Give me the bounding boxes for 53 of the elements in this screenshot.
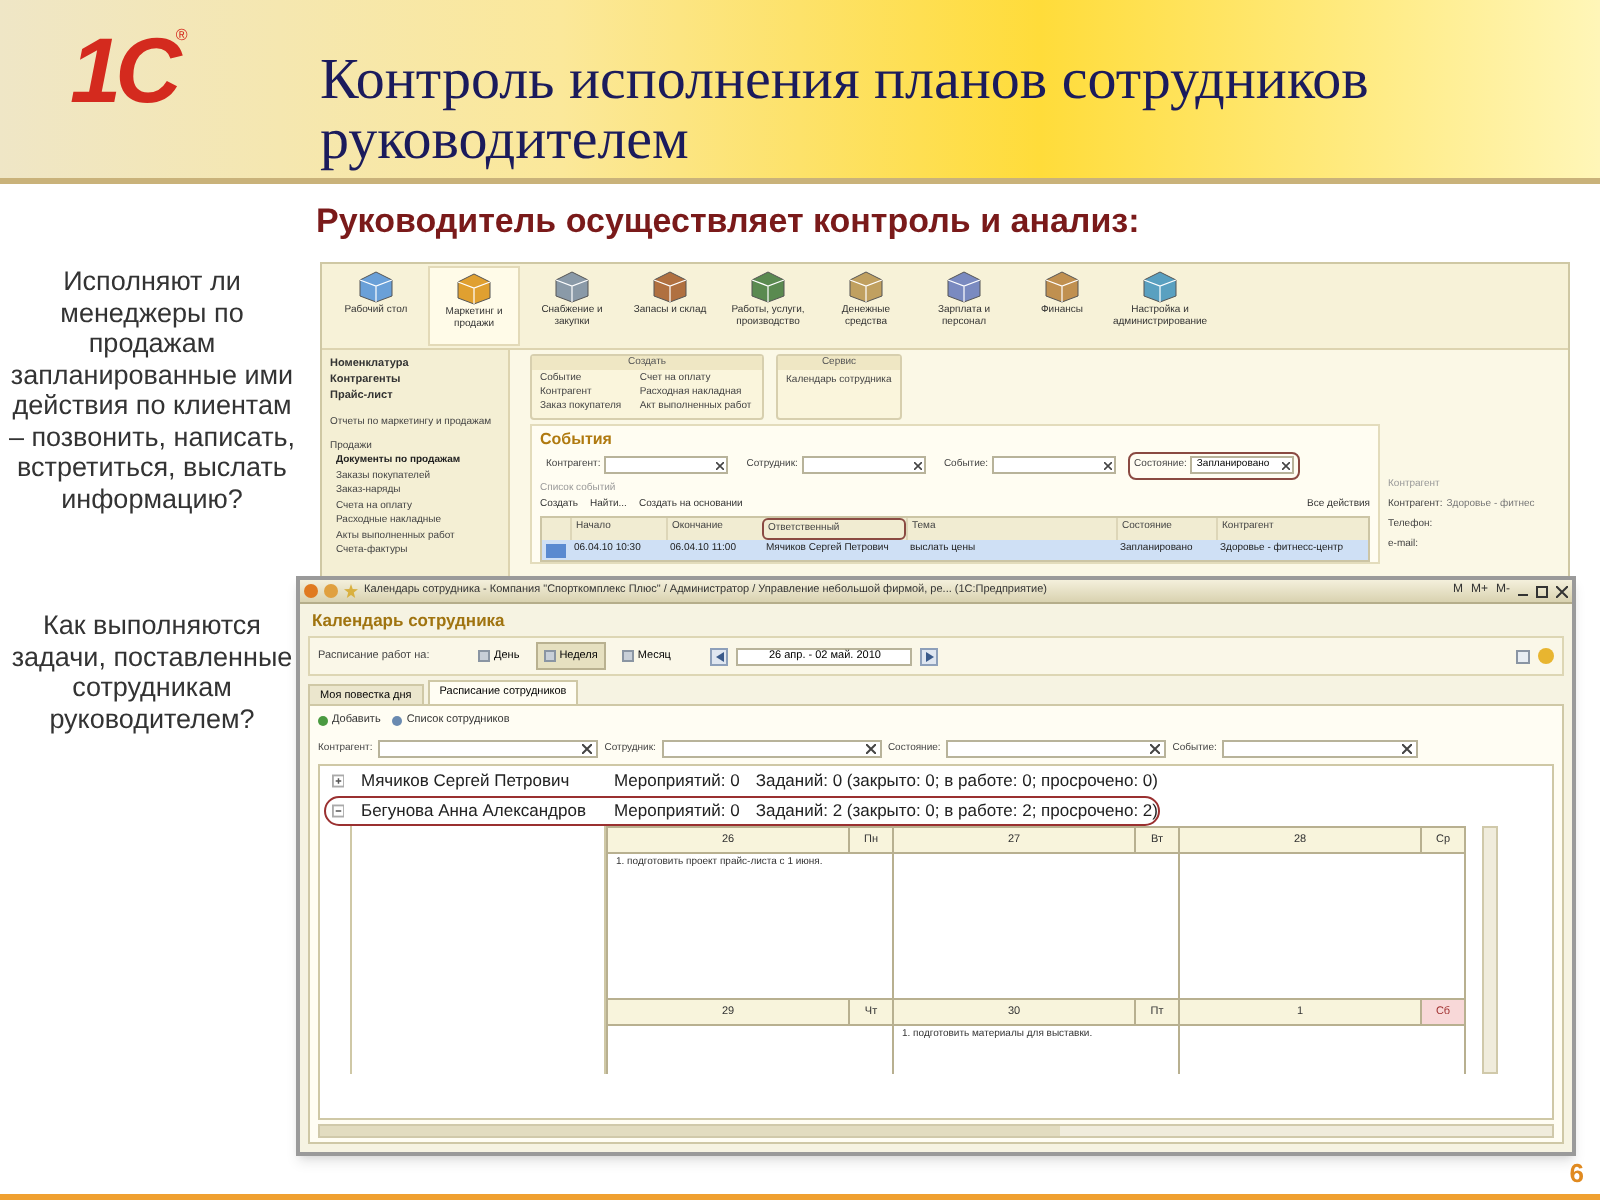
close-icon[interactable] bbox=[1556, 585, 1568, 597]
subtitle: Руководитель осуществляет контроль и анализ: bbox=[316, 200, 1140, 245]
horizontal-scrollbar[interactable] bbox=[318, 1124, 1554, 1138]
right-arrow-icon bbox=[925, 651, 934, 661]
tasks-summary: Заданий: 0 (закрыто: 0; в работе: 0; просрочено: 0) bbox=[755, 768, 1158, 794]
input-field[interactable] bbox=[1222, 740, 1419, 758]
event-icon bbox=[546, 543, 566, 557]
vertical-scrollbar[interactable] bbox=[1482, 826, 1498, 1074]
clear-icon[interactable] bbox=[1104, 461, 1113, 469]
clear-icon[interactable] bbox=[1150, 744, 1161, 754]
section-title: События bbox=[540, 430, 614, 450]
employee-name: Мячиков Сергей Петрович bbox=[360, 768, 572, 794]
box-icon bbox=[846, 268, 886, 304]
window-heading: Календарь сотрудника bbox=[310, 608, 507, 634]
box-icon bbox=[1140, 268, 1180, 304]
clear-icon[interactable] bbox=[716, 461, 725, 469]
collapse-icon[interactable] bbox=[332, 804, 345, 818]
highlight-outline[interactable]: Бегунова Анна Александров Мероприятий: 0 Заданий: 2 (закрыто: 0; в работе: 2; просрочено: 2) bbox=[324, 796, 1160, 826]
events-count: Мероприятий: 0 bbox=[613, 768, 740, 794]
box-icon bbox=[748, 268, 788, 304]
star-icon[interactable] bbox=[344, 584, 358, 598]
employee-row[interactable]: Мячиков Сергей Петрович Мероприятий: 0 Заданий: 0 (закрыто: 0; в работе: 0; просрочено: 0) bbox=[324, 766, 1160, 796]
box-icon bbox=[1042, 268, 1082, 304]
box-icon bbox=[944, 268, 984, 304]
slide-title: Контроль исполнения планов сотрудников bbox=[320, 50, 1369, 110]
input-field[interactable] bbox=[378, 740, 599, 758]
logo: 1С® bbox=[70, 24, 190, 116]
input-field[interactable] bbox=[661, 740, 882, 758]
input-field[interactable] bbox=[801, 456, 926, 474]
box-icon bbox=[356, 268, 396, 304]
clear-icon[interactable] bbox=[865, 744, 876, 754]
previous-button[interactable] bbox=[710, 647, 729, 665]
box-icon bbox=[650, 268, 690, 304]
input-field[interactable] bbox=[946, 740, 1167, 758]
input-field[interactable] bbox=[604, 456, 729, 474]
slide-title: руководителем bbox=[320, 110, 691, 170]
tasks-summary: Заданий: 2 (закрыто: 0; в работе: 2; просрочено: 2) bbox=[755, 798, 1158, 824]
clear-icon[interactable] bbox=[582, 744, 593, 754]
clear-icon[interactable] bbox=[1282, 461, 1291, 469]
expand-icon[interactable] bbox=[332, 774, 345, 788]
clear-icon[interactable] bbox=[1402, 744, 1413, 754]
input-field[interactable] bbox=[992, 456, 1117, 474]
box-icon bbox=[454, 270, 494, 306]
question-text: Как выполняются задачи, поставленные сотрудникам руководителем? bbox=[9, 610, 295, 734]
maximize-icon[interactable] bbox=[1536, 585, 1548, 597]
events-count: Мероприятий: 0 bbox=[613, 798, 740, 824]
page-number: 6 bbox=[1569, 1155, 1584, 1191]
question-text: Исполняют ли менеджеры по продажам запланированные ими действия по клиентам – позвонить, написать, встретиться, выслать информацию? bbox=[6, 266, 298, 514]
employee-name: Бегунова Анна Александров bbox=[360, 798, 588, 824]
left-arrow-icon bbox=[715, 651, 724, 661]
next-button[interactable] bbox=[920, 647, 939, 665]
clear-icon[interactable] bbox=[913, 461, 922, 469]
box-icon bbox=[552, 268, 592, 304]
